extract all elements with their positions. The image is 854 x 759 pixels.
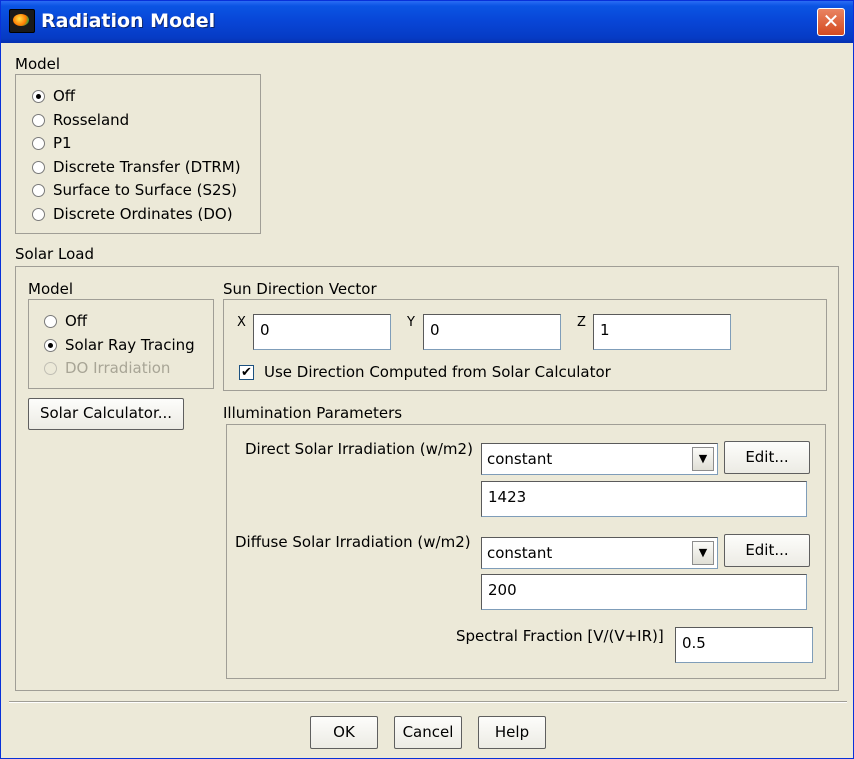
model-group-label: Model xyxy=(15,55,61,73)
solar-model-option-label: Off xyxy=(65,312,88,330)
y-field[interactable]: 0 xyxy=(423,314,561,350)
diffuse-method-select[interactable]: constant ▼ xyxy=(481,537,718,569)
solar-model-option-do-irradiation: DO Irradiation xyxy=(44,357,170,379)
sun-direction-label: Sun Direction Vector xyxy=(223,280,377,298)
radio-button-icon xyxy=(32,160,45,174)
radio-button-icon xyxy=(44,338,57,352)
model-option-s2s[interactable]: Surface to Surface (S2S) xyxy=(32,179,237,201)
chevron-down-icon[interactable]: ▼ xyxy=(692,541,714,565)
solar-model-option-label: DO Irradiation xyxy=(65,359,171,377)
close-button[interactable]: ✕ xyxy=(817,8,845,36)
solar-model-option-ray-tracing[interactable]: Solar Ray Tracing xyxy=(44,334,195,356)
radio-button-icon xyxy=(32,113,45,127)
direct-method-value: constant xyxy=(487,450,553,468)
solar-model-option-label: Solar Ray Tracing xyxy=(65,336,195,354)
illumination-label: Illumination Parameters xyxy=(223,404,403,422)
model-option-off[interactable]: Off xyxy=(32,85,75,107)
title-bar[interactable]: Radiation Model ✕ xyxy=(1,1,853,43)
help-button[interactable]: Help xyxy=(478,716,546,749)
radio-button-icon xyxy=(32,136,45,150)
cancel-button[interactable]: Cancel xyxy=(394,716,462,749)
footer-divider xyxy=(9,701,847,703)
direct-method-select[interactable]: constant ▼ xyxy=(481,443,718,475)
solar-load-label: Solar Load xyxy=(15,245,94,263)
diffuse-value-field[interactable]: 200 xyxy=(481,574,807,610)
direct-irradiation-label: Direct Solar Irradiation (w/m2) xyxy=(245,440,473,458)
diffuse-irradiation-label: Diffuse Solar Irradiation (w/m2) xyxy=(235,533,471,551)
solar-calculator-button[interactable]: Solar Calculator... xyxy=(28,398,184,430)
z-field[interactable]: 1 xyxy=(593,314,731,350)
radio-button-icon xyxy=(44,361,57,375)
diffuse-method-value: constant xyxy=(487,544,553,562)
radiation-model-dialog: Radiation Model ✕ Model Off Rosseland P1… xyxy=(0,0,854,759)
radio-button-icon xyxy=(32,183,45,197)
model-option-label: Surface to Surface (S2S) xyxy=(53,181,237,199)
model-option-rosseland[interactable]: Rosseland xyxy=(32,109,129,131)
solar-model-label: Model xyxy=(28,280,74,298)
x-label: X xyxy=(237,315,246,330)
model-option-label: Discrete Ordinates (DO) xyxy=(53,205,233,223)
solar-model-option-off[interactable]: Off xyxy=(44,310,87,332)
model-option-label: Discrete Transfer (DTRM) xyxy=(53,158,241,176)
spectral-fraction-field[interactable]: 0.5 xyxy=(675,627,813,663)
model-option-label: Off xyxy=(53,87,76,105)
radio-button-icon xyxy=(32,207,45,221)
model-option-label: P1 xyxy=(53,134,72,152)
radio-button-icon xyxy=(32,89,45,103)
ok-button[interactable]: OK xyxy=(310,716,378,749)
model-option-dtrm[interactable]: Discrete Transfer (DTRM) xyxy=(32,156,241,178)
z-label: Z xyxy=(577,315,586,330)
app-icon xyxy=(9,9,35,33)
diffuse-edit-button[interactable]: Edit... xyxy=(724,534,810,567)
direct-value-field[interactable]: 1423 xyxy=(481,481,807,517)
model-option-label: Rosseland xyxy=(53,111,130,129)
chevron-down-icon[interactable]: ▼ xyxy=(692,447,714,471)
y-label: Y xyxy=(407,315,415,330)
model-option-p1[interactable]: P1 xyxy=(32,132,72,154)
x-field[interactable]: 0 xyxy=(253,314,391,350)
window-title: Radiation Model xyxy=(41,10,216,32)
use-computed-direction-checkbox[interactable]: ✔ xyxy=(239,365,254,380)
direct-edit-button[interactable]: Edit... xyxy=(724,441,810,474)
radio-button-icon xyxy=(44,314,57,328)
model-option-do[interactable]: Discrete Ordinates (DO) xyxy=(32,203,233,225)
use-computed-direction-label: Use Direction Computed from Solar Calcul… xyxy=(264,363,611,381)
spectral-fraction-label: Spectral Fraction [V/(V+IR)] xyxy=(456,627,664,645)
